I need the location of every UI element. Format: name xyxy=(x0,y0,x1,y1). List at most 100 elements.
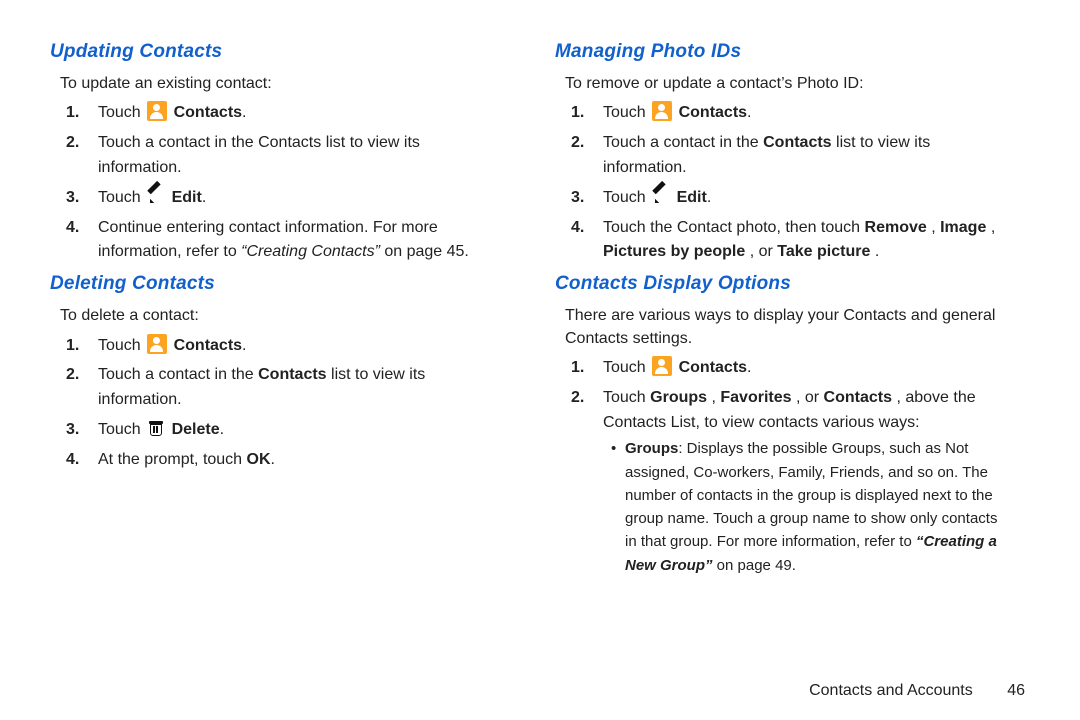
step-text: Touch xyxy=(603,389,650,406)
bullet-groups: Groups: Displays the possible Groups, su… xyxy=(611,437,1010,577)
contacts-app-icon xyxy=(652,356,672,376)
step-text: Touch a contact in the xyxy=(98,366,258,383)
contacts-app-icon xyxy=(652,101,672,121)
contacts-app-icon xyxy=(147,334,167,354)
sep: , or xyxy=(750,243,778,260)
step-number: 3. xyxy=(66,418,79,443)
contacts-bold: Contacts xyxy=(258,366,326,383)
contacts-bold: Contacts xyxy=(763,134,831,151)
step-number: 1. xyxy=(571,101,584,126)
step-number: 2. xyxy=(571,131,584,156)
heading-managing-photo-ids: Managing Photo IDs xyxy=(555,41,1010,63)
step-text: At the prompt, touch xyxy=(98,451,247,468)
contacts-label: Contacts xyxy=(679,359,747,376)
step-3: 3. Touch Edit. xyxy=(60,186,505,211)
step-number: 4. xyxy=(66,216,79,241)
step-number: 1. xyxy=(66,101,79,126)
step-text: Touch a contact in the xyxy=(603,134,763,151)
chapter-title: Contacts and Accounts xyxy=(809,682,973,699)
step-1: 1. Touch Contacts. xyxy=(565,101,1010,126)
take-picture-label: Take picture xyxy=(777,243,870,260)
delete-label: Delete xyxy=(172,421,220,438)
steps-display: 1. Touch Contacts. 2. Touch Groups , Fav… xyxy=(565,356,1010,577)
sep: , xyxy=(991,219,995,236)
step-2: 2. Touch a contact in the Contacts list … xyxy=(60,363,505,413)
edit-pencil-icon xyxy=(652,188,670,206)
ok-label: OK xyxy=(247,451,271,468)
step-number: 3. xyxy=(571,186,584,211)
intro-deleting: To delete a contact: xyxy=(60,305,505,327)
sep: , or xyxy=(796,389,824,406)
steps-deleting: 1. Touch Contacts. 2. Touch a contact in… xyxy=(60,334,505,473)
edit-label: Edit xyxy=(677,189,707,206)
heading-contacts-display-options: Contacts Display Options xyxy=(555,273,1010,295)
page-number: 46 xyxy=(1007,682,1025,699)
intro-photo: To remove or update a contact’s Photo ID… xyxy=(565,73,1010,95)
contacts-label: Contacts xyxy=(824,389,892,406)
cross-ref: “Creating Contacts” xyxy=(241,243,380,260)
intro-updating: To update an existing contact: xyxy=(60,73,505,95)
step-number: 1. xyxy=(66,334,79,359)
step-3: 3. Touch Edit. xyxy=(565,186,1010,211)
step-1: 1. Touch Contacts. xyxy=(565,356,1010,381)
heading-deleting-contacts: Deleting Contacts xyxy=(50,273,505,295)
step-number: 3. xyxy=(66,186,79,211)
step-2: 2. Touch Groups , Favorites , or Contact… xyxy=(565,386,1010,577)
step-number: 2. xyxy=(571,386,584,411)
step-number: 1. xyxy=(571,356,584,381)
image-label: Image xyxy=(940,219,986,236)
contacts-label: Contacts xyxy=(679,104,747,121)
manual-page: Updating Contacts To update an existing … xyxy=(0,0,1080,720)
display-bullets: Groups: Displays the possible Groups, su… xyxy=(611,437,1010,577)
edit-pencil-icon xyxy=(147,188,165,206)
favorites-label: Favorites xyxy=(720,389,791,406)
step-number: 4. xyxy=(571,216,584,241)
contacts-label: Contacts xyxy=(174,104,242,121)
bullet-text: on page 49. xyxy=(713,557,796,574)
step-number: 2. xyxy=(66,131,79,156)
period: . xyxy=(271,451,275,468)
step-3: 3. Touch Delete. xyxy=(60,418,505,443)
step-1: 1. Touch Contacts. xyxy=(60,101,505,126)
step-text: Touch the Contact photo, then touch xyxy=(603,219,865,236)
step-2: 2. Touch a contact in the Contacts list … xyxy=(565,131,1010,181)
pictures-by-people-label: Pictures by people xyxy=(603,243,745,260)
step-text: Touch xyxy=(98,337,145,354)
edit-label: Edit xyxy=(172,189,202,206)
step-text: Touch xyxy=(98,104,145,121)
steps-updating: 1. Touch Contacts. 2. Touch a contact in… xyxy=(60,101,505,265)
remove-label: Remove xyxy=(865,219,927,236)
left-column: Updating Contacts To update an existing … xyxy=(50,35,530,710)
step-text: Touch a contact in the Contacts list to … xyxy=(98,134,420,176)
period: . xyxy=(202,189,206,206)
page-footer: Contacts and Accounts 46 xyxy=(809,682,1025,700)
period: . xyxy=(242,104,246,121)
step-number: 2. xyxy=(66,363,79,388)
heading-updating-contacts: Updating Contacts xyxy=(50,41,505,63)
delete-trash-icon xyxy=(147,420,165,438)
step-4: 4. Continue entering contact information… xyxy=(60,216,505,266)
steps-photo: 1. Touch Contacts. 2. Touch a contact in… xyxy=(565,101,1010,265)
right-column: Managing Photo IDs To remove or update a… xyxy=(530,35,1010,710)
step-text: Touch xyxy=(98,421,145,438)
period: . xyxy=(220,421,224,438)
sep: , xyxy=(931,219,940,236)
step-text: on page 45. xyxy=(384,243,469,260)
step-text: Touch xyxy=(603,104,650,121)
period: . xyxy=(747,104,751,121)
step-number: 4. xyxy=(66,448,79,473)
period: . xyxy=(242,337,246,354)
groups-bullet-label: Groups xyxy=(625,440,678,457)
step-4: 4. Touch the Contact photo, then touch R… xyxy=(565,216,1010,266)
step-2: 2. Touch a contact in the Contacts list … xyxy=(60,131,505,181)
groups-label: Groups xyxy=(650,389,707,406)
intro-display: There are various ways to display your C… xyxy=(565,305,1010,350)
period: . xyxy=(875,243,879,260)
step-text: Touch xyxy=(98,189,145,206)
contacts-app-icon xyxy=(147,101,167,121)
step-text: Touch xyxy=(603,359,650,376)
contacts-label: Contacts xyxy=(174,337,242,354)
step-4: 4. At the prompt, touch OK. xyxy=(60,448,505,473)
period: . xyxy=(747,359,751,376)
period: . xyxy=(707,189,711,206)
